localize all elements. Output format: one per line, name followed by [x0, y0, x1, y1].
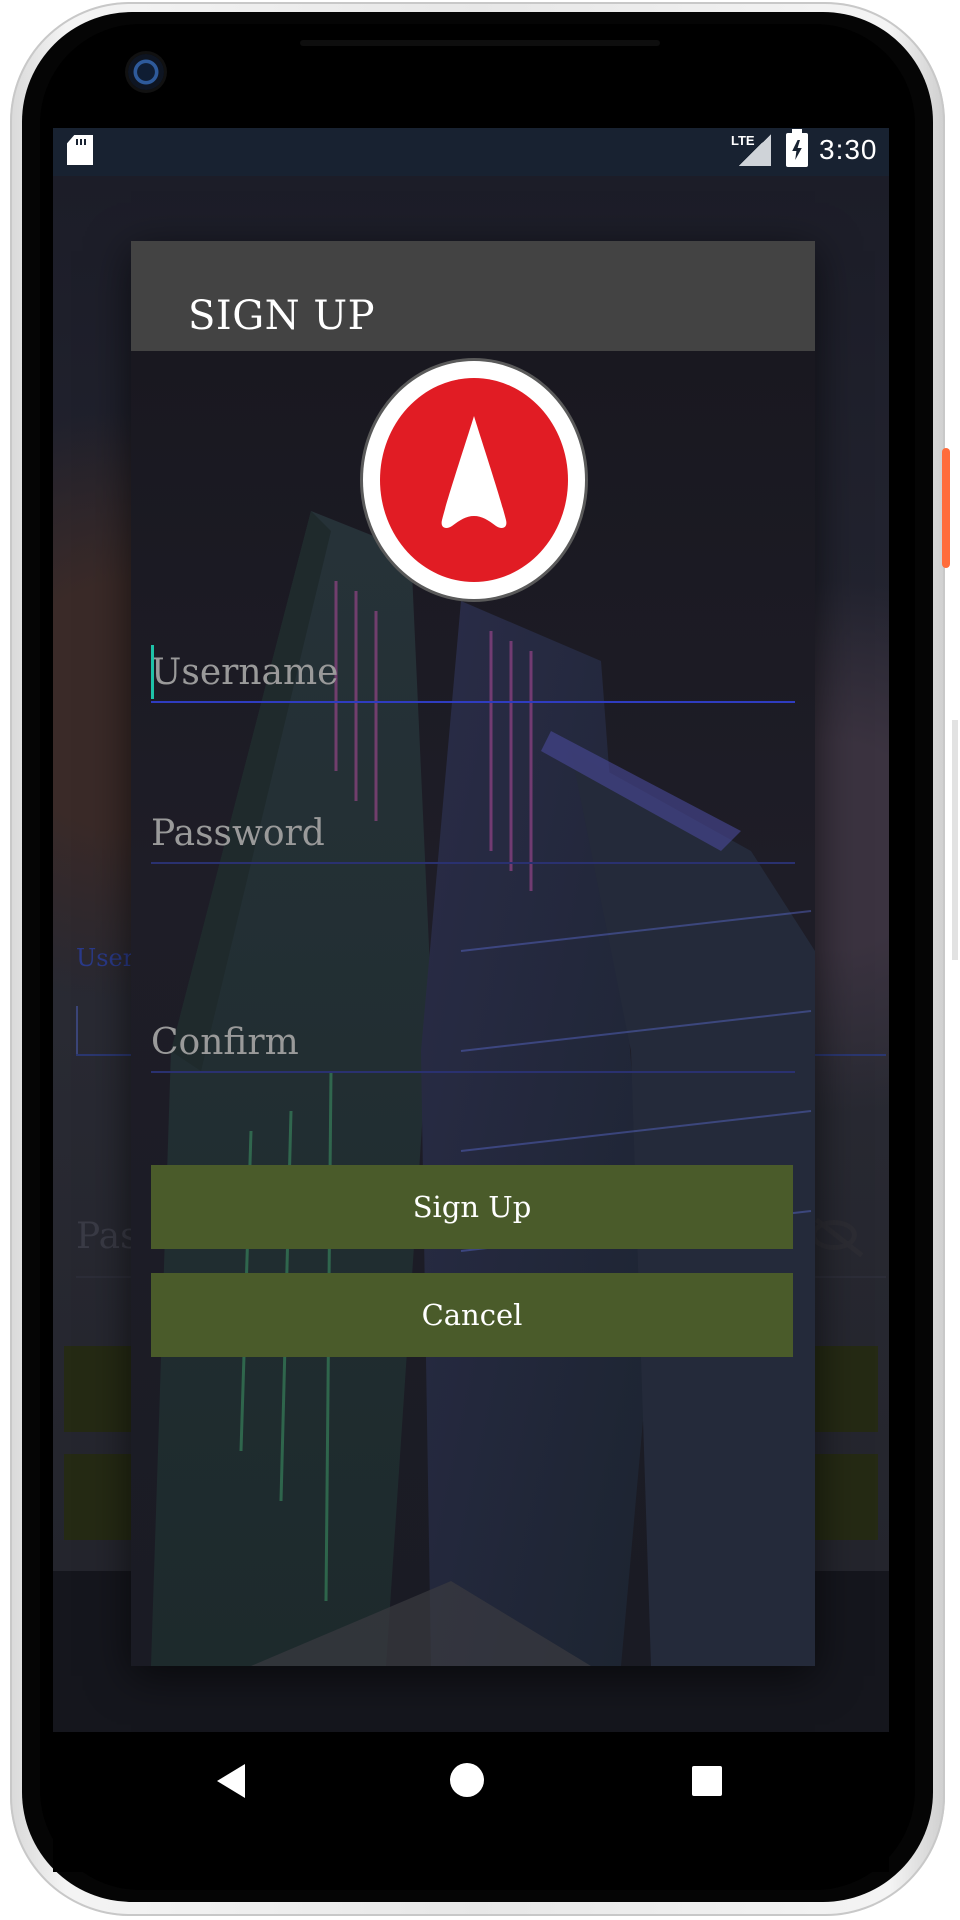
signup-dialog: SIGN UP Username Sign Up Cancel	[131, 241, 815, 1666]
status-bar: LTE 3:30	[53, 128, 889, 176]
eye-off-icon	[811, 1220, 857, 1250]
text-caret	[151, 645, 154, 699]
signal-icon	[739, 134, 771, 166]
home-icon[interactable]	[450, 1763, 484, 1797]
back-icon[interactable]	[217, 1764, 245, 1798]
recents-icon[interactable]	[692, 1766, 722, 1796]
sd-card-icon	[67, 135, 93, 165]
status-time: 3:30	[819, 134, 878, 165]
navigation-bar	[53, 1732, 889, 1872]
confirm-field	[151, 1013, 795, 1073]
dialog-header: SIGN UP	[131, 241, 815, 351]
background-username-caret	[76, 1006, 78, 1054]
navigation-arrow-icon	[441, 416, 507, 528]
dialog-body: Sign Up Cancel	[131, 351, 815, 1666]
screen: Usern Pas LTE 3:30 SIGN UP	[53, 128, 889, 1732]
front-camera	[128, 54, 164, 90]
volume-rocker	[952, 720, 958, 960]
username-field	[151, 643, 795, 703]
power-button	[942, 448, 950, 568]
battery-charging-icon	[786, 129, 808, 167]
username-input[interactable]	[151, 643, 795, 703]
cancel-button[interactable]: Cancel	[151, 1273, 793, 1357]
confirm-password-input[interactable]	[151, 1013, 795, 1073]
sign-up-button[interactable]: Sign Up	[151, 1165, 793, 1249]
app-logo	[363, 361, 585, 599]
earpiece-speaker	[300, 40, 660, 46]
dialog-title: SIGN UP	[188, 293, 375, 339]
logo-red-circle	[380, 378, 568, 582]
password-input[interactable]	[151, 804, 795, 864]
password-field	[151, 804, 795, 864]
background-password-label: Pas	[76, 1216, 139, 1257]
